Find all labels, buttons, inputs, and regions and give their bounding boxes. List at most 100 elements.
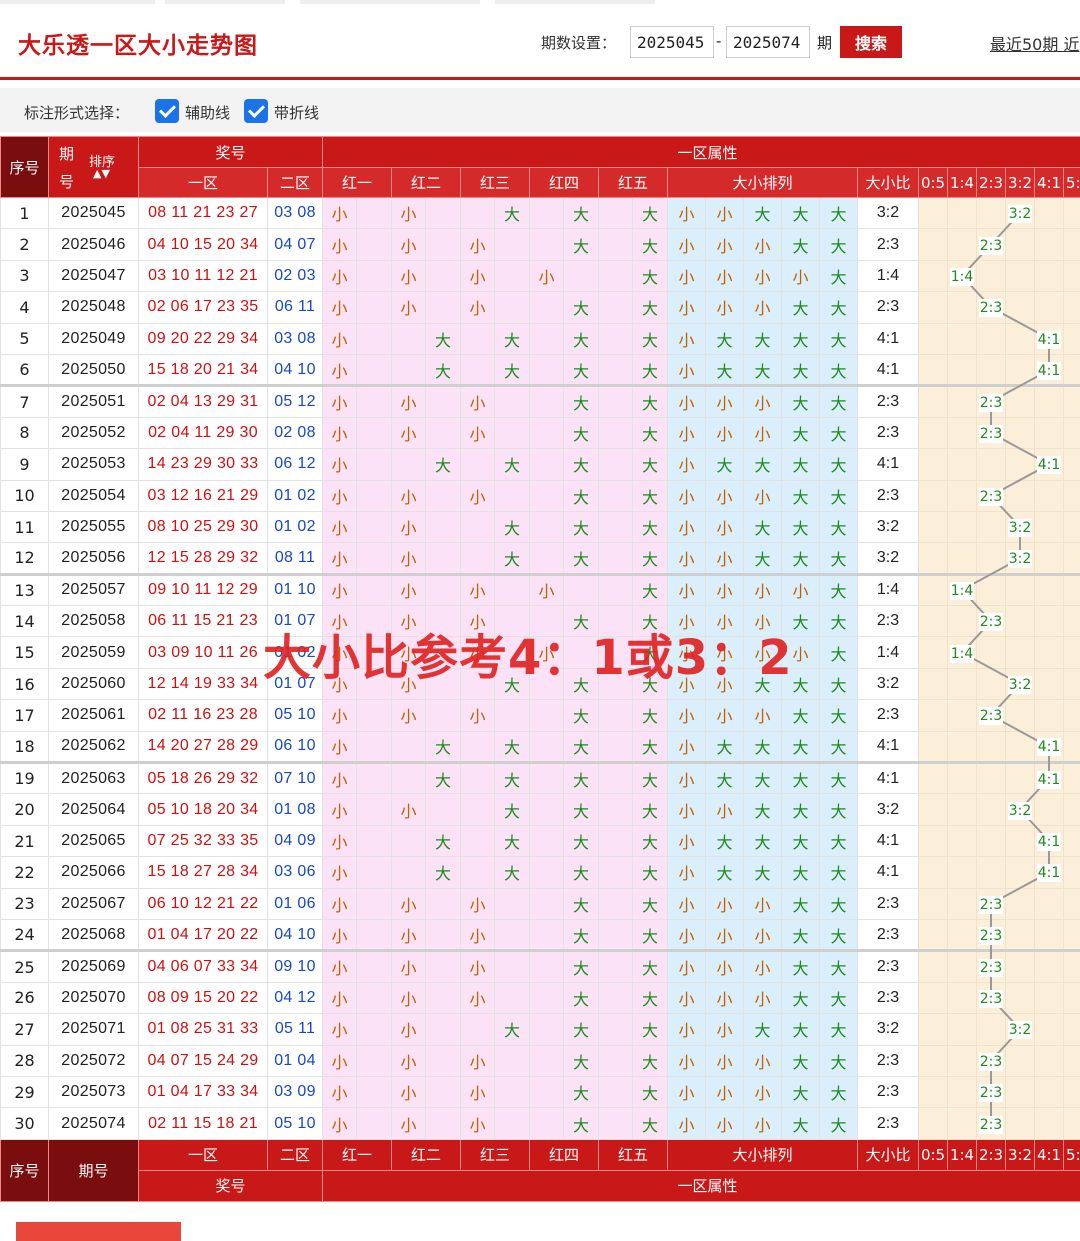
ratio-dist-cell: [918, 291, 949, 324]
red-small-cell: 小: [460, 1044, 496, 1077]
front-numbers: 05 18 26 29 32: [138, 761, 268, 795]
pattern-cell: 小: [743, 291, 783, 324]
search-button[interactable]: 搜索: [840, 26, 902, 58]
table-row: 9 2025053 14 23 29 30 33 06 12 小大大大大小大大大大 4:1…: [0, 448, 1080, 481]
front-numbers: 06 11 15 21 23: [138, 605, 268, 638]
red-small-cell: 小: [322, 259, 358, 293]
ratio-dist-cell: [976, 572, 1007, 607]
issue-number: 2025058: [48, 605, 139, 638]
sort-arrows-icon[interactable]: ▲▼: [93, 167, 110, 180]
table-row: 3 2025047 03 10 11 12 21 02 03 小小小小大小小小小大 1:4…: [0, 259, 1080, 293]
red-small-cell: 小: [391, 699, 427, 732]
recent-50-link[interactable]: 最近50期 近: [990, 31, 1079, 55]
back-numbers: 03 06: [266, 856, 324, 889]
ratio-dist-cell: [1063, 384, 1080, 418]
ratio-dist-cell: 2:3: [976, 416, 1007, 450]
ratio-dist-cell: [1005, 1075, 1036, 1109]
ratio-marker: 3:2: [1007, 205, 1033, 224]
ratio-dist-cell: [1034, 510, 1065, 544]
ratio-dist-cell: [947, 353, 978, 387]
period-from-input[interactable]: [630, 26, 714, 58]
period-to-input[interactable]: [726, 26, 810, 58]
pattern-cell: 小: [705, 1107, 745, 1140]
pattern-cell: 大: [705, 824, 745, 858]
ratio-dist-cell: [918, 856, 949, 889]
ratio-dist-cell: [1034, 259, 1065, 293]
red-small-cell: [529, 416, 565, 450]
back-numbers: 04 07: [266, 228, 324, 261]
ratio-value: 3:2: [857, 793, 920, 826]
ratio-marker: 2:3: [978, 487, 1004, 506]
ratio-dist-cell: 2:3: [976, 1075, 1007, 1109]
ratio-value: 1:4: [857, 636, 920, 669]
red-big-cell: [425, 981, 462, 1015]
ratio-dist-cell: [1005, 479, 1036, 512]
red-small-cell: 小: [322, 196, 358, 230]
ratio-dist-cell: [918, 1013, 949, 1046]
red-big-cell: [356, 1107, 393, 1140]
fold-line-checkbox[interactable]: [244, 99, 268, 123]
ratio-dist-cell: [976, 322, 1007, 355]
ratio-value: 2:3: [857, 228, 920, 261]
ratio-dist-cell: [1063, 259, 1080, 293]
red-small-cell: [391, 448, 427, 481]
ratio-dist-cell: [1063, 1075, 1080, 1109]
pattern-cell: 大: [781, 291, 821, 324]
pattern-cell: 小: [781, 572, 821, 607]
red-big-cell: 大: [632, 384, 669, 418]
row-index: 10: [0, 479, 49, 512]
red-small-cell: [460, 730, 496, 764]
ratio-dist-cell: [1005, 699, 1036, 732]
red-small-cell: [391, 353, 427, 387]
aux-line-checkbox[interactable]: [155, 99, 179, 123]
ratio-dist-cell: 4:1: [1034, 730, 1065, 764]
issue-header[interactable]: 期 号 排序 ▲▼: [48, 136, 139, 198]
pattern-cell: 大: [819, 636, 859, 669]
ratio-dist-cell: [1063, 416, 1080, 450]
back-numbers: 04 09: [266, 824, 324, 858]
red-big-cell: [494, 572, 531, 607]
pattern-cell: 小: [667, 448, 707, 481]
red-small-cell: [598, 1044, 634, 1077]
pattern-cell: 小: [705, 887, 745, 920]
bottom-action-button[interactable]: [16, 1222, 181, 1241]
ratio-dist-cell: 2:3: [976, 887, 1007, 920]
pattern-cell: 大: [781, 353, 821, 387]
red-col-footer: 红五: [598, 1138, 669, 1171]
red-small-cell: [460, 322, 496, 355]
pattern-cell: 小: [743, 416, 783, 450]
red-big-cell: 大: [632, 1075, 669, 1109]
red-big-cell: 大: [632, 949, 669, 983]
red-small-cell: [598, 322, 634, 355]
red-big-cell: [425, 228, 462, 261]
red-big-cell: 大: [563, 918, 600, 952]
red-small-cell: [598, 259, 634, 293]
ratio-dist-cell: [1005, 353, 1036, 387]
red-small-cell: 小: [391, 259, 427, 293]
red-big-cell: [494, 1075, 531, 1109]
red-big-cell: 大: [632, 416, 669, 450]
red-small-cell: [529, 918, 565, 952]
ratio-marker: 3:2: [1007, 549, 1033, 568]
table-row: 27 2025071 01 08 25 31 33 05 11 小小大大大小小大大大 3:…: [0, 1013, 1080, 1046]
pattern-cell: 大: [781, 699, 821, 732]
pattern-cell: 大: [743, 542, 783, 575]
ratio-col-footer: 0:5: [918, 1138, 949, 1171]
red-small-cell: [529, 291, 565, 324]
front-numbers: 02 04 13 29 31: [138, 384, 268, 418]
ratio-dist-cell: [947, 479, 978, 512]
red-small-cell: [598, 761, 634, 795]
red-small-cell: 小: [322, 228, 358, 261]
ratio-dist-cell: [918, 448, 949, 481]
ratio-dist-cell: [1063, 228, 1080, 261]
ratio-dist-cell: [1063, 353, 1080, 387]
red-small-cell: [529, 196, 565, 230]
ratio-value: 1:4: [857, 259, 920, 293]
pattern-cell: 小: [743, 479, 783, 512]
red-small-cell: 小: [391, 1075, 427, 1109]
ratio-dist-cell: [1034, 1044, 1065, 1077]
seq-footer: 序号: [0, 1138, 49, 1202]
attr-header: 一区属性: [322, 136, 1080, 168]
ratio-dist-cell: [918, 1075, 949, 1109]
ratio-dist-cell: 3:2: [1005, 196, 1036, 230]
